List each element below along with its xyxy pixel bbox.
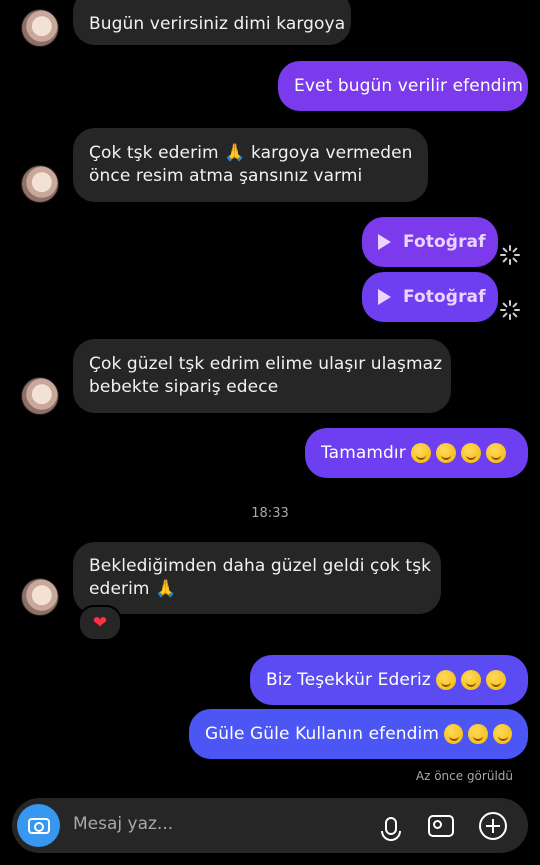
microphone-icon bbox=[381, 817, 401, 841]
message-text: Tamamdır bbox=[321, 442, 406, 463]
hugging-face-emoji bbox=[435, 670, 456, 690]
sending-spinner-icon bbox=[500, 300, 520, 320]
hugging-face-emoji bbox=[460, 443, 481, 463]
message-input[interactable]: Mesaj yaz... bbox=[73, 814, 173, 834]
message-text: Bugün verirsiniz dimi kargoya bbox=[89, 14, 346, 34]
hugging-face-emoji bbox=[435, 443, 456, 463]
outgoing-message[interactable]: Biz Teşekkür Ederiz bbox=[250, 655, 528, 705]
plus-icon bbox=[479, 812, 507, 840]
message-text-line: Beklediğimden daha güzel geldi çok tşk bbox=[89, 556, 432, 576]
contact-avatar[interactable] bbox=[21, 377, 59, 415]
message-text: Evet bugün verilir efendim bbox=[294, 75, 524, 96]
play-icon bbox=[378, 289, 391, 305]
hugging-face-emoji bbox=[444, 724, 464, 744]
play-icon bbox=[378, 234, 391, 250]
incoming-message[interactable]: Bugün verirsiniz dimi kargoya bbox=[73, 0, 351, 45]
outgoing-message[interactable]: Tamamdır bbox=[305, 428, 528, 478]
contact-avatar[interactable] bbox=[21, 578, 59, 616]
hugging-face-emoji bbox=[485, 670, 506, 690]
photo-message[interactable]: Fotoğraf bbox=[362, 217, 498, 267]
photo-message[interactable]: Fotoğraf bbox=[362, 272, 498, 322]
message-composer: Mesaj yaz... bbox=[12, 798, 528, 853]
heart-icon: ❤ bbox=[92, 613, 108, 633]
seen-status: Az önce görüldü bbox=[415, 769, 513, 783]
message-text-line: önce resim atma şansınız varmi bbox=[89, 166, 363, 186]
message-text: Biz Teşekkür Ederiz bbox=[266, 669, 431, 690]
hugging-face-emoji bbox=[468, 724, 488, 744]
photo-label: Fotoğraf bbox=[403, 286, 486, 307]
sending-spinner-icon bbox=[500, 245, 520, 265]
incoming-message[interactable]: Çok tşk ederim 🙏 kargoya vermeden önce r… bbox=[73, 128, 428, 202]
contact-avatar[interactable] bbox=[21, 165, 59, 203]
photo-label: Fotoğraf bbox=[403, 231, 486, 252]
incoming-message[interactable]: Çok güzel tşk edrim elime ulaşır ulaşmaz… bbox=[73, 339, 451, 413]
message-text-line: ederim 🙏 bbox=[89, 579, 177, 599]
message-text-line: Çok tşk ederim 🙏 kargoya vermeden bbox=[89, 143, 413, 163]
heart-reaction[interactable]: ❤ bbox=[78, 605, 122, 641]
camera-icon bbox=[27, 817, 50, 834]
message-text-line: Çok güzel tşk edrim elime ulaşır ulaşmaz bbox=[89, 354, 443, 374]
outgoing-message[interactable]: Evet bugün verilir efendim bbox=[278, 61, 528, 111]
contact-avatar[interactable] bbox=[21, 9, 59, 47]
hugging-face-emoji bbox=[410, 443, 431, 463]
microphone-button[interactable] bbox=[373, 808, 409, 844]
message-text-line: bebekte sipariş edece bbox=[89, 377, 279, 397]
hugging-face-emoji bbox=[460, 670, 481, 690]
message-text: Güle Güle Kullanın efendim bbox=[205, 723, 440, 744]
gallery-button[interactable] bbox=[423, 808, 459, 844]
outgoing-message[interactable]: Güle Güle Kullanın efendim bbox=[189, 709, 528, 759]
gallery-icon bbox=[428, 815, 454, 837]
camera-button[interactable] bbox=[17, 804, 60, 847]
plus-button[interactable] bbox=[475, 808, 511, 844]
hugging-face-emoji bbox=[492, 724, 512, 744]
timestamp: 18:33 bbox=[251, 506, 289, 521]
hugging-face-emoji bbox=[485, 443, 506, 463]
incoming-message[interactable]: Beklediğimden daha güzel geldi çok tşk e… bbox=[73, 542, 441, 614]
